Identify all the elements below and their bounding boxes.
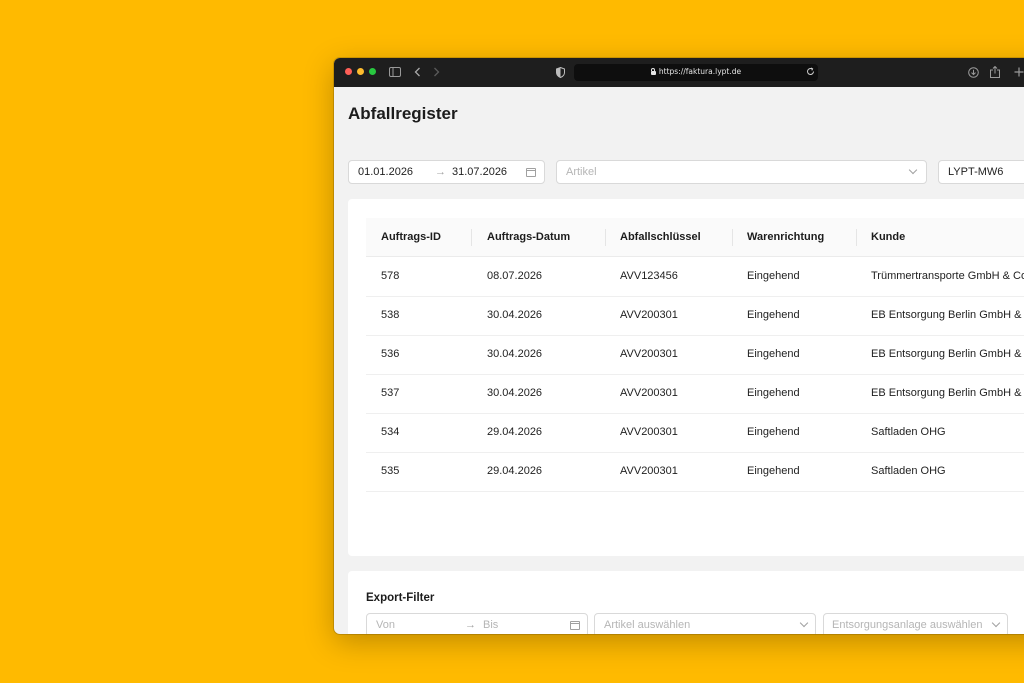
table-row[interactable]: 578 08.07.2026 AVV123456 Eingehend Trümm…	[366, 257, 1024, 297]
chevron-down-icon	[908, 165, 918, 175]
cell-waste-code: AVV200301	[620, 387, 678, 399]
export-from-placeholder: Von	[376, 619, 395, 631]
cell-order-id: 537	[381, 387, 400, 399]
reload-icon[interactable]	[806, 67, 815, 79]
arrow-right-icon: →	[435, 166, 446, 178]
table-row[interactable]: 534 29.04.2026 AVV200301 Eingehend Saftl…	[366, 413, 1024, 453]
download-icon[interactable]	[968, 67, 979, 81]
export-date-range-picker[interactable]: Von → Bis	[366, 613, 588, 634]
cell-order-date: 30.04.2026	[487, 348, 543, 360]
export-article-select[interactable]: Artikel auswählen	[594, 613, 816, 634]
shield-icon[interactable]	[556, 66, 565, 81]
chevron-down-icon	[991, 618, 1001, 628]
site-select[interactable]: LYPT-MW6	[938, 160, 1024, 184]
cell-order-date: 29.04.2026	[487, 426, 543, 438]
waste-register-table: Auftrags-ID Auftrags-Datum Abfallschlüss…	[348, 199, 1024, 556]
cell-order-id: 534	[381, 426, 400, 438]
close-window-button[interactable]	[345, 68, 352, 75]
cell-direction: Eingehend	[747, 309, 800, 321]
table-header: Auftrags-ID Auftrags-Datum Abfallschlüss…	[366, 218, 1024, 257]
cell-waste-code: AVV200301	[620, 465, 678, 477]
cell-direction: Eingehend	[747, 426, 800, 438]
cell-customer: EB Entsorgung Berlin GmbH & C	[871, 387, 1024, 399]
column-header-order-date[interactable]: Auftrags-Datum	[487, 218, 570, 256]
cell-direction: Eingehend	[747, 348, 800, 360]
cell-waste-code: AVV200301	[620, 309, 678, 321]
address-bar[interactable]: https://faktura.lypt.de	[574, 64, 818, 81]
zoom-window-button[interactable]	[369, 68, 376, 75]
export-facility-placeholder: Entsorgungsanlage auswählen	[832, 619, 983, 631]
minimize-window-button[interactable]	[357, 68, 364, 75]
site-value: LYPT-MW6	[948, 166, 1004, 178]
page-title: Abfallregister	[348, 104, 458, 123]
browser-toolbar: https://faktura.lypt.de	[334, 58, 1024, 87]
cell-customer: EB Entsorgung Berlin GmbH & C	[871, 348, 1024, 360]
cell-customer: Saftladen OHG	[871, 465, 946, 477]
cell-customer: Trümmertransporte GmbH & Co	[871, 270, 1024, 282]
date-range-picker[interactable]: 01.01.2026 → 31.07.2026	[348, 160, 545, 184]
cell-direction: Eingehend	[747, 270, 800, 282]
lock-icon	[650, 68, 656, 75]
cell-waste-code: AVV200301	[620, 348, 678, 360]
url-text: https://faktura.lypt.de	[658, 67, 742, 76]
export-facility-select[interactable]: Entsorgungsanlage auswählen	[823, 613, 1008, 634]
cell-order-id: 578	[381, 270, 400, 282]
cell-direction: Eingehend	[747, 387, 800, 399]
export-article-placeholder: Artikel auswählen	[604, 619, 691, 631]
sidebar-icon[interactable]	[389, 67, 401, 80]
table-row[interactable]: 536 30.04.2026 AVV200301 Eingehend EB En…	[366, 335, 1024, 375]
date-to-value: 31.07.2026	[452, 166, 508, 178]
page-content: Abfallregister 01.01.2026 → 31.07.2026 A…	[334, 87, 1024, 634]
cell-order-date: 30.04.2026	[487, 387, 543, 399]
cell-waste-code: AVV200301	[620, 426, 678, 438]
table-row[interactable]: 538 30.04.2026 AVV200301 Eingehend EB En…	[366, 296, 1024, 336]
column-header-order-id[interactable]: Auftrags-ID	[381, 218, 441, 256]
table-row[interactable]: 535 29.04.2026 AVV200301 Eingehend Saftl…	[366, 452, 1024, 492]
cell-order-id: 535	[381, 465, 400, 477]
cell-order-id: 538	[381, 309, 400, 321]
cell-customer: EB Entsorgung Berlin GmbH & C	[871, 309, 1024, 321]
export-to-placeholder: Bis	[483, 619, 499, 631]
article-select[interactable]: Artikel	[556, 160, 927, 184]
cell-order-date: 29.04.2026	[487, 465, 543, 477]
export-filter-title: Export-Filter	[366, 592, 435, 604]
date-from-value: 01.01.2026	[358, 166, 414, 178]
cell-order-date: 30.04.2026	[487, 309, 543, 321]
article-placeholder: Artikel	[566, 166, 597, 178]
cell-order-id: 536	[381, 348, 400, 360]
table-row[interactable]: 537 30.04.2026 AVV200301 Eingehend EB En…	[366, 374, 1024, 414]
export-filter-panel: Export-Filter Von → Bis Artikel auswähle…	[348, 571, 1024, 634]
calendar-icon[interactable]	[526, 168, 536, 177]
column-header-waste-code[interactable]: Abfallschlüssel	[620, 218, 701, 256]
chevron-down-icon	[799, 618, 809, 628]
new-tab-icon[interactable]	[1014, 67, 1024, 80]
arrow-right-icon: →	[465, 619, 476, 631]
cell-customer: Saftladen OHG	[871, 426, 946, 438]
browser-window: https://faktura.lypt.de Abfallregister 0…	[334, 58, 1024, 634]
calendar-icon[interactable]	[570, 621, 580, 630]
column-header-direction[interactable]: Warenrichtung	[747, 218, 824, 256]
cell-direction: Eingehend	[747, 465, 800, 477]
cell-waste-code: AVV123456	[620, 270, 678, 282]
cell-order-date: 08.07.2026	[487, 270, 543, 282]
back-icon[interactable]	[414, 67, 421, 80]
forward-icon[interactable]	[433, 67, 440, 80]
share-icon[interactable]	[990, 65, 1000, 81]
column-header-customer[interactable]: Kunde	[871, 218, 905, 256]
